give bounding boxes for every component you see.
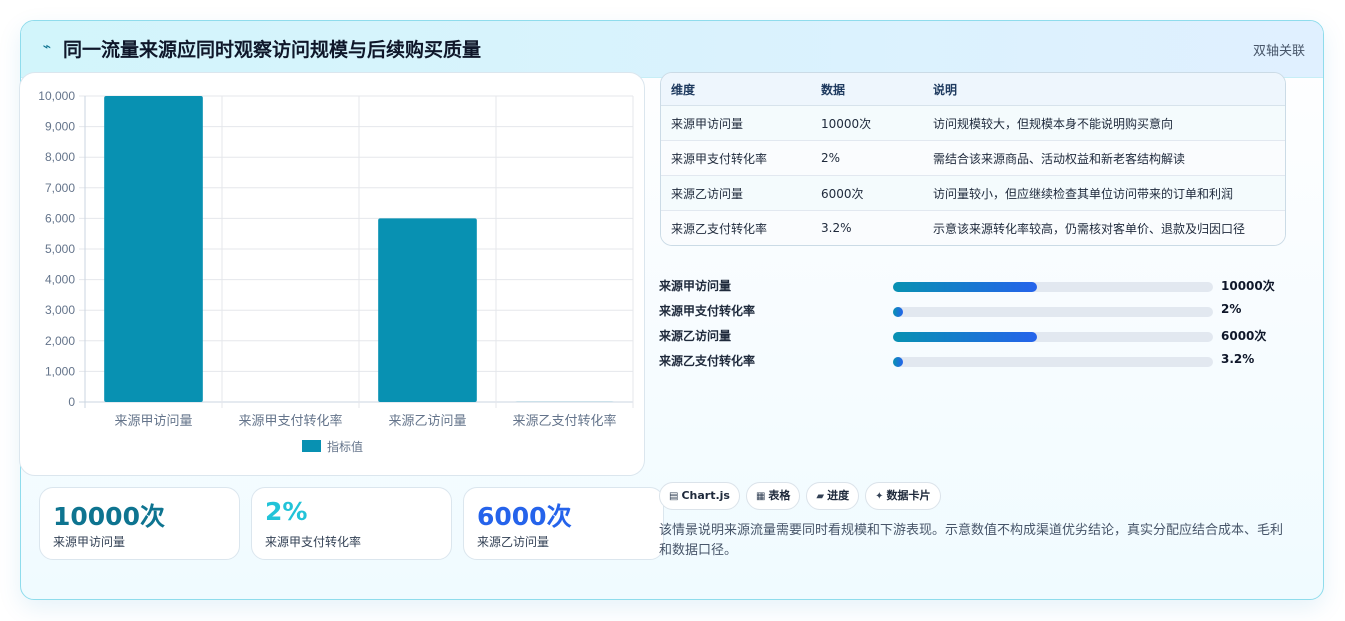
progress-track bbox=[893, 332, 1213, 342]
stat-label: 来源甲访问量 bbox=[53, 535, 126, 549]
progress-row-source-a-conversion: 来源甲支付转化率 2% bbox=[659, 302, 1285, 320]
y-tick-label: 10,000 bbox=[38, 89, 75, 103]
progress-value: 6000次 bbox=[1221, 329, 1267, 343]
card-header: ⌁ 同一流量来源应同时观察访问规模与后续购买质量 双轴关联 bbox=[21, 21, 1323, 78]
table-cell: 3.2% bbox=[811, 210, 923, 245]
data-table: 维度 数据 说明 来源甲访问量 10000次 访问规模较大，但规模本身不能说明购… bbox=[660, 72, 1286, 246]
table-cell: 示意该来源转化率较高，仍需核对客单价、退款及归因口径 bbox=[923, 210, 1285, 245]
table-cell: 访问量较小，但应继续检查其单位访问带来的订单和利润 bbox=[923, 175, 1285, 211]
stat-card-source-a-visits: 10000次 来源甲访问量 bbox=[39, 487, 240, 560]
stat-value: 10000次 bbox=[53, 502, 165, 531]
y-tick-label: 2,000 bbox=[45, 334, 75, 348]
y-tick-label: 3,000 bbox=[45, 303, 75, 317]
table-row: 来源乙访问量 6000次 访问量较小，但应继续检查其单位访问带来的订单和利润 bbox=[661, 175, 1285, 211]
sparkle-icon: ✦ bbox=[875, 491, 884, 502]
stat-value: 2% bbox=[265, 497, 308, 526]
x-category-label: 来源甲访问量 bbox=[114, 413, 192, 428]
dual-axis-badge: 双轴关联 bbox=[1252, 44, 1305, 59]
progress-fill bbox=[893, 357, 903, 367]
chip-table[interactable]: ▦ 表格 bbox=[745, 482, 801, 510]
progress-icon: ▰ bbox=[816, 491, 825, 502]
table-row: 来源甲访问量 10000次 访问规模较大，但规模本身不能说明购买意向 bbox=[661, 105, 1285, 141]
progress-track bbox=[893, 357, 1213, 367]
stat-card-source-b-visits: 6000次 来源乙访问量 bbox=[463, 487, 664, 560]
y-tick-label: 6,000 bbox=[45, 211, 75, 225]
progress-track bbox=[893, 282, 1213, 292]
progress-value: 10000次 bbox=[1221, 279, 1275, 293]
table-cell: 6000次 bbox=[811, 175, 923, 211]
y-tick-label: 9,000 bbox=[45, 120, 75, 134]
chip-progress[interactable]: ▰ 进度 bbox=[806, 482, 860, 510]
y-tick-label: 5,000 bbox=[45, 242, 75, 256]
y-tick-label: 8,000 bbox=[45, 150, 75, 164]
table-row: 来源乙支付转化率 3.2% 示意该来源转化率较高，仍需核对客单价、退款及归因口径 bbox=[661, 210, 1285, 245]
chip-chartjs[interactable]: ▤ Chart.js bbox=[659, 482, 740, 510]
stat-card-source-a-conversion: 2% 来源甲支付转化率 bbox=[251, 487, 452, 560]
table-cell: 2% bbox=[811, 140, 923, 176]
progress-fill bbox=[893, 282, 1037, 292]
chart-line-icon: ⌁ bbox=[42, 39, 52, 55]
bar-chart-panel: 0 1,000 2,000 3,000 4,000 5,000 6,000 7,000 8,00… bbox=[19, 72, 645, 476]
table-header-data: 数据 bbox=[811, 73, 923, 106]
bar-0 bbox=[104, 96, 203, 402]
table-header-row: 维度 数据 说明 bbox=[661, 73, 1285, 106]
legend-label: 指标值 bbox=[327, 439, 363, 454]
chart-icon: ▤ bbox=[669, 491, 679, 502]
progress-fill bbox=[893, 332, 1037, 342]
progress-label: 来源乙访问量 bbox=[659, 329, 732, 343]
table-cell: 来源甲访问量 bbox=[661, 105, 811, 141]
x-category-label: 来源乙访问量 bbox=[388, 413, 466, 428]
progress-label: 来源乙支付转化率 bbox=[659, 354, 756, 368]
stat-label: 来源甲支付转化率 bbox=[265, 535, 362, 549]
table-cell: 10000次 bbox=[811, 105, 923, 141]
table-icon: ▦ bbox=[755, 491, 766, 502]
progress-fill bbox=[893, 307, 903, 317]
progress-row-source-a-visits: 来源甲访问量 10000次 bbox=[659, 277, 1285, 295]
chip-label: 进度 bbox=[827, 489, 850, 502]
progress-value: 3.2% bbox=[1221, 352, 1255, 366]
progress-label: 来源甲支付转化率 bbox=[659, 304, 756, 318]
y-tick-label: 0 bbox=[68, 395, 75, 409]
progress-label: 来源甲访问量 bbox=[659, 279, 732, 293]
chip-label: Chart.js bbox=[681, 489, 730, 502]
tech-chip-list: ▤ Chart.js ▦ 表格 ▰ 进度 ✦ 数据卡片 bbox=[659, 482, 947, 510]
y-tick-label: 4,000 bbox=[45, 273, 75, 287]
legend-swatch bbox=[302, 440, 321, 452]
table-cell: 来源乙访问量 bbox=[661, 175, 811, 211]
bar-2 bbox=[378, 218, 477, 402]
progress-track bbox=[893, 307, 1213, 317]
y-tick-label: 1,000 bbox=[45, 364, 75, 378]
y-tick-label: 7,000 bbox=[45, 181, 75, 195]
table-cell: 来源甲支付转化率 bbox=[661, 140, 811, 176]
stat-value: 6000次 bbox=[477, 502, 572, 531]
table-header-note: 说明 bbox=[923, 73, 1285, 106]
progress-value: 2% bbox=[1221, 302, 1242, 316]
table-row: 来源甲支付转化率 2% 需结合该来源商品、活动权益和新老客结构解读 bbox=[661, 140, 1285, 176]
table-cell: 需结合该来源商品、活动权益和新老客结构解读 bbox=[923, 140, 1285, 176]
chip-data-card[interactable]: ✦ 数据卡片 bbox=[865, 482, 941, 510]
chip-label: 表格 bbox=[768, 489, 791, 502]
page-title: 同一流量来源应同时观察访问规模与后续购买质量 bbox=[63, 39, 482, 61]
progress-row-source-b-conversion: 来源乙支付转化率 3.2% bbox=[659, 352, 1285, 370]
table-cell: 访问规模较大，但规模本身不能说明购买意向 bbox=[923, 105, 1285, 141]
chip-label: 数据卡片 bbox=[886, 489, 931, 502]
x-category-label: 来源乙支付转化率 bbox=[512, 413, 616, 428]
table-header-dimension: 维度 bbox=[661, 73, 811, 106]
table-cell: 来源乙支付转化率 bbox=[661, 210, 811, 245]
stat-label: 来源乙访问量 bbox=[477, 535, 550, 549]
progress-row-source-b-visits: 来源乙访问量 6000次 bbox=[659, 327, 1285, 345]
x-category-label: 来源甲支付转化率 bbox=[238, 413, 342, 428]
description-text: 该情景说明来源流量需要同时看规模和下游表现。示意数值不构成渠道优劣结论，真实分配… bbox=[659, 523, 1284, 558]
bar-chart: 0 1,000 2,000 3,000 4,000 5,000 6,000 7,000 8,00… bbox=[38, 89, 634, 454]
